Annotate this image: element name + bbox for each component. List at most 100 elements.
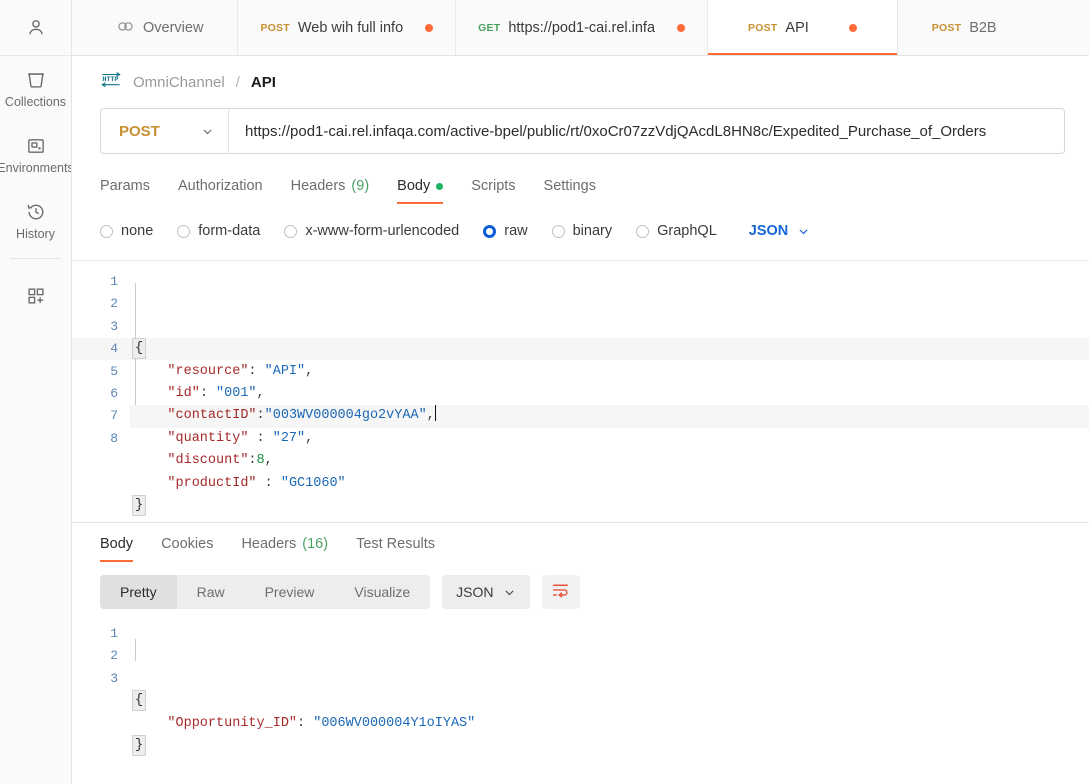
- unsaved-dot-icon: [848, 23, 857, 32]
- radio-form-data[interactable]: form-data: [177, 223, 260, 239]
- code-token: "contactID": [167, 408, 257, 424]
- radio-x-www-form-urlencoded[interactable]: x-www-form-urlencoded: [284, 223, 459, 239]
- brace-token: }: [132, 494, 147, 516]
- code-token: ,: [256, 386, 265, 401]
- code-token: "27": [272, 430, 306, 446]
- radio-none[interactable]: none: [100, 223, 153, 239]
- tab-label: Headers: [241, 536, 297, 552]
- url-input[interactable]: https://pod1-cai.rel.infaqa.com/active-b…: [229, 109, 1064, 153]
- unsaved-dot-icon: [677, 23, 686, 32]
- text-cursor: [434, 405, 437, 422]
- radio-circle-icon: [636, 224, 650, 238]
- tab-scripts[interactable]: Scripts: [457, 168, 529, 204]
- body-present-dot-icon: [436, 182, 444, 190]
- tab-label: Params: [100, 178, 150, 194]
- tab-body[interactable]: Body: [383, 168, 457, 204]
- radio-circle-icon: [551, 224, 565, 238]
- code-token: "resource": [167, 363, 249, 379]
- tab-web-wih-full-info[interactable]: POST Web wih full info: [238, 0, 457, 55]
- response-view-controls: Pretty Raw Preview Visualize JSON: [72, 573, 1089, 611]
- chevron-down-icon: [503, 586, 516, 599]
- view-raw-button[interactable]: Raw: [177, 575, 245, 609]
- line-number: 7: [110, 408, 118, 424]
- code-token: :: [248, 430, 273, 446]
- radio-label: x-www-form-urlencoded: [305, 223, 460, 239]
- person-icon: [25, 17, 47, 39]
- tab-response-headers[interactable]: Headers (16): [227, 526, 342, 562]
- response-view-segmented: Pretty Raw Preview Visualize: [100, 575, 431, 609]
- code-line: "quantity" : "27",: [130, 428, 1089, 450]
- request-body-editor[interactable]: 1 2 3 4 5 6 7 8 { "resource": "API", "id": "001…: [72, 260, 1089, 522]
- response-body-viewer[interactable]: 1 2 3 { "Opportunity_ID": "006WV000004Y1oI…: [72, 617, 1089, 757]
- tab-response-body[interactable]: Body: [100, 526, 147, 562]
- line-number: 2: [110, 296, 118, 312]
- tab-label: Settings: [543, 178, 596, 194]
- add-apps-icon: [25, 285, 47, 307]
- sidebar-item-environments[interactable]: Environments: [0, 122, 71, 188]
- radio-graphql[interactable]: GraphQL: [636, 223, 717, 239]
- tab-label: Test Results: [356, 536, 436, 552]
- radio-circle-icon: [177, 224, 191, 238]
- code-line: }: [130, 735, 1089, 757]
- radio-binary[interactable]: binary: [551, 223, 612, 239]
- tab-params[interactable]: Params: [100, 168, 164, 204]
- sidebar-item-apps[interactable]: [0, 263, 71, 329]
- tab-label: Scripts: [471, 178, 516, 194]
- tab-label: Headers: [290, 178, 346, 194]
- tab-response-cookies[interactable]: Cookies: [147, 526, 227, 562]
- overview-icon: [116, 16, 135, 40]
- method-dropdown[interactable]: POST: [101, 109, 229, 153]
- tab-b2b[interactable]: POST B2B: [898, 0, 1031, 55]
- editor-code[interactable]: { "resource": "API", "id": "001", "conta…: [130, 261, 1089, 522]
- view-visualize-button[interactable]: Visualize: [334, 575, 430, 609]
- code-token: ,: [305, 363, 314, 379]
- tab-api[interactable]: POST API: [708, 0, 898, 55]
- tab-authorization[interactable]: Authorization: [164, 168, 277, 204]
- code-token: "Opportunity_ID": [167, 715, 298, 731]
- response-code: { "Opportunity_ID": "006WV000004Y1oIYAS"…: [130, 617, 1089, 757]
- sidebar-item-collections[interactable]: Collections: [0, 56, 71, 122]
- tab-test-results[interactable]: Test Results: [342, 526, 449, 562]
- code-line: "id": "001",: [130, 383, 1089, 405]
- word-wrap-button[interactable]: [541, 575, 580, 609]
- tab-overview[interactable]: Overview: [72, 0, 239, 55]
- chevron-down-icon: [797, 225, 810, 238]
- view-preview-button[interactable]: Preview: [245, 575, 335, 609]
- code-line: }: [130, 494, 1089, 517]
- line-number: 5: [110, 363, 118, 379]
- code-token: "quantity": [167, 430, 249, 446]
- response-format-dropdown[interactable]: JSON: [442, 575, 530, 609]
- response-line-numbers: 1 2 3: [72, 617, 130, 757]
- code-token: :: [256, 408, 265, 424]
- radio-circle-icon: [100, 224, 113, 238]
- method-value: POST: [119, 122, 160, 140]
- tab-label: Web wih full info: [297, 19, 404, 36]
- url-bar-row: POST https://pod1-cai.rel.infaqa.com/act…: [72, 108, 1089, 154]
- tab-headers[interactable]: Headers (9): [277, 168, 384, 204]
- code-token: "discount": [167, 453, 249, 469]
- code-line: "contactID":"003WV000004go2vYAA",: [130, 405, 1089, 428]
- code-line: "discount":8,: [130, 450, 1089, 472]
- tab-count: (16): [302, 536, 329, 552]
- tab-method: POST: [748, 21, 778, 34]
- code-token: ,: [264, 453, 273, 469]
- word-wrap-icon: [551, 581, 570, 603]
- view-pretty-button[interactable]: Pretty: [100, 575, 177, 609]
- radio-raw[interactable]: raw: [483, 223, 528, 239]
- tab-get-request[interactable]: GET https://pod1-cai.rel.infa: [456, 0, 709, 55]
- breadcrumb-collection[interactable]: OmniChannel: [133, 74, 225, 91]
- raw-format-value: JSON: [748, 223, 789, 239]
- code-token: "productId": [167, 475, 257, 491]
- code-token: :: [199, 386, 217, 401]
- tab-settings[interactable]: Settings: [530, 168, 610, 204]
- raw-format-dropdown[interactable]: JSON: [749, 223, 811, 239]
- code-token: :: [297, 715, 314, 731]
- sidebar-item-history[interactable]: History: [0, 188, 71, 254]
- breadcrumb: HTTP OmniChannel / API: [72, 56, 1089, 108]
- account-button[interactable]: [0, 0, 71, 56]
- line-number: 2: [110, 648, 118, 664]
